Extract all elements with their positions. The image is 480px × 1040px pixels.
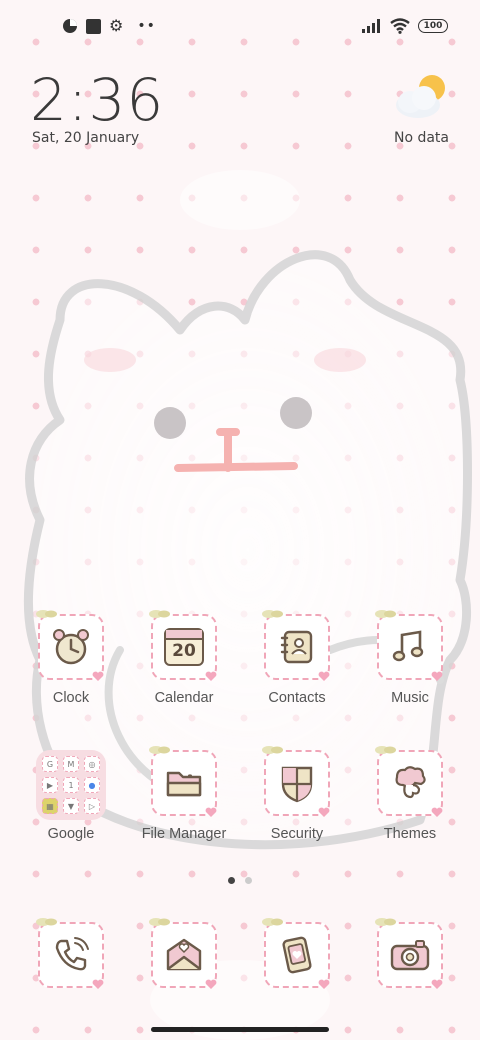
calendar-date-badge: 20	[172, 641, 196, 661]
status-bar: ⚙ •• 100	[0, 12, 480, 42]
google-folder-icon: G M ◎ ▶ 1 ● ▦ ▼ ▷	[36, 750, 106, 820]
dock-phone[interactable]	[15, 918, 127, 989]
dock-gallery[interactable]	[241, 918, 353, 989]
signal-icon	[362, 19, 380, 33]
phone-icon	[55, 937, 89, 971]
camera-icon	[390, 940, 430, 971]
settings-gear-icon: ⚙	[109, 16, 124, 35]
app-calendar[interactable]: 20 Calendar	[128, 610, 240, 734]
wifi-icon	[390, 18, 410, 34]
page-indicator[interactable]	[0, 877, 480, 884]
weather-status[interactable]: No data	[394, 130, 449, 146]
app-label-themes: Themes	[383, 826, 437, 842]
square-notification-icon	[86, 18, 101, 34]
app-label-calendar: Calendar	[154, 690, 214, 706]
partly-cloudy-icon[interactable]	[394, 72, 450, 122]
music-note-icon	[392, 630, 424, 662]
app-label-contacts: Contacts	[268, 690, 326, 706]
battery-indicator: 100	[418, 19, 448, 33]
data-saver-icon	[63, 19, 77, 33]
page-dot[interactable]	[245, 877, 252, 884]
gallery-icon	[282, 936, 312, 974]
themes-icon	[395, 766, 426, 799]
app-file-manager[interactable]: File Manager	[128, 746, 240, 870]
app-clock[interactable]: Clock	[15, 610, 127, 734]
calendar-icon: 20	[164, 628, 204, 666]
folder-mini-app: ●	[84, 777, 100, 793]
app-label-security: Security	[270, 826, 324, 842]
app-label-music: Music	[391, 690, 429, 706]
app-contacts[interactable]: Contacts	[241, 610, 353, 734]
folder-mini-app: M	[63, 756, 79, 772]
clock-widget-date[interactable]: Sat, 20 January	[32, 130, 139, 146]
alarm-clock-icon	[53, 629, 89, 665]
contacts-notebook-icon	[280, 630, 313, 664]
dock-camera[interactable]	[354, 918, 466, 989]
folder-mini-app: ▦	[42, 798, 58, 814]
clock-widget-time[interactable]: 2:36	[30, 66, 164, 134]
folder-mini-app: ▶	[42, 777, 58, 793]
app-security[interactable]: Security	[241, 746, 353, 870]
folder-mini-app: G	[42, 756, 58, 772]
app-label-google: Google	[47, 826, 95, 842]
page-dot-active[interactable]	[228, 877, 235, 884]
app-google-folder[interactable]: G M ◎ ▶ 1 ● ▦ ▼ ▷ Google	[15, 750, 127, 870]
app-music[interactable]: Music	[354, 610, 466, 734]
wallpaper-bunny	[24, 170, 472, 1040]
dock-messages[interactable]	[128, 918, 240, 989]
app-label-file-manager: File Manager	[141, 826, 227, 842]
folder-mini-app: 1	[63, 777, 79, 793]
messages-envelope-icon	[166, 938, 202, 971]
app-label-clock: Clock	[52, 690, 90, 706]
app-themes[interactable]: Themes	[354, 746, 466, 870]
more-dots-icon: ••	[137, 18, 156, 34]
folder-mini-app: ▼	[63, 798, 79, 814]
shield-icon	[281, 766, 313, 803]
folder-icon	[166, 771, 202, 797]
folder-mini-app: ◎	[84, 756, 100, 772]
home-gesture-bar[interactable]	[151, 1027, 329, 1032]
folder-mini-app: ▷	[84, 798, 100, 814]
